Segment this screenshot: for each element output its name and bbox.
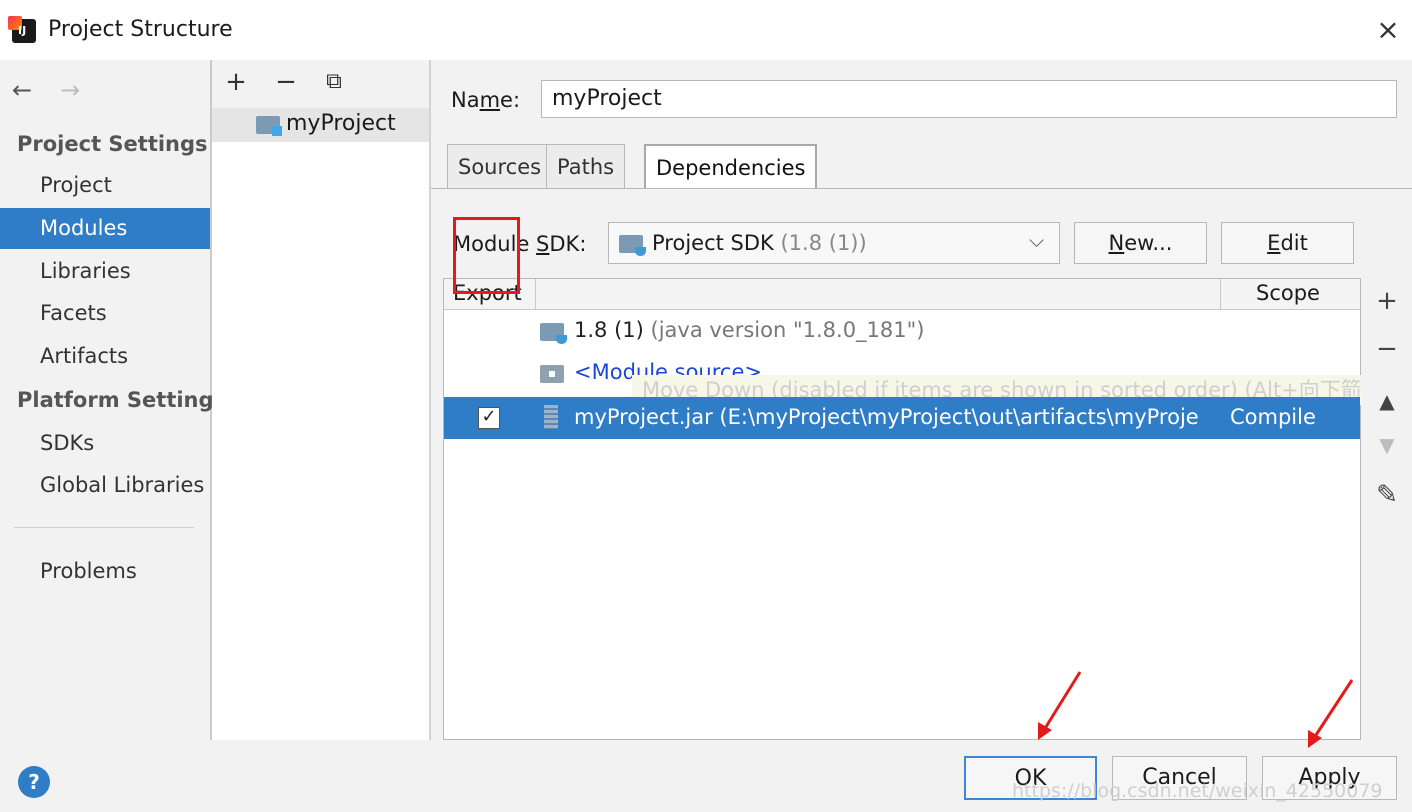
watermark: https://blog.csdn.net/weixin_42550079 bbox=[1012, 780, 1383, 802]
arrow-to-apply bbox=[1308, 679, 1354, 748]
arrow-to-ok bbox=[1038, 671, 1082, 740]
annotation-arrows bbox=[1038, 671, 1354, 748]
